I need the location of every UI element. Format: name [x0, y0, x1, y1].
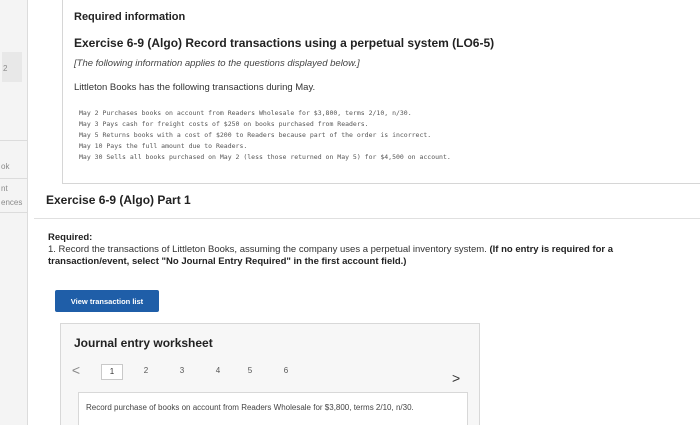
page-button-5[interactable]: 5 [239, 364, 261, 380]
sidebar-divider [0, 140, 28, 141]
prev-page-icon[interactable]: < [69, 362, 83, 380]
page-button-2[interactable]: 2 [135, 364, 157, 380]
intro-text: Littleton Books has the following transa… [74, 82, 316, 93]
next-page-icon[interactable]: > [452, 370, 466, 388]
entry-description: Record purchase of books on account from… [86, 403, 414, 412]
sidebar-item-number[interactable]: 2 [2, 64, 30, 73]
transaction-line: May 5 Returns books with a cost of $200 … [79, 131, 432, 139]
required-instruction: 1. Record the transactions of Littleton … [48, 244, 487, 255]
info-note: [The following information applies to th… [74, 58, 360, 69]
sidebar-item-ok[interactable]: ok [0, 162, 28, 171]
info-title: Required information [74, 11, 186, 23]
section-divider [34, 218, 700, 219]
transaction-line: May 30 Sells all books purchased on May … [79, 153, 451, 161]
worksheet-title: Journal entry worksheet [74, 336, 213, 350]
exercise-title: Exercise 6-9 (Algo) Record transactions … [74, 36, 495, 50]
required-information-panel: Required information Exercise 6-9 (Algo)… [62, 0, 700, 184]
transaction-line: May 3 Pays cash for freight costs of $25… [79, 120, 369, 128]
transaction-line: May 10 Pays the full amount due to Reade… [79, 142, 248, 150]
required-label: Required: [48, 232, 93, 243]
sidebar-item-nt[interactable]: nt [0, 184, 28, 193]
page-button-6[interactable]: 6 [275, 364, 297, 380]
left-sidebar: 2 ok nt ences [0, 0, 28, 425]
worksheet-pager: < 1 2 3 4 5 6 [67, 362, 477, 380]
transactions-list: May 2 Purchases books on account from Re… [79, 108, 451, 163]
sidebar-item-ences[interactable]: ences [0, 198, 28, 207]
transaction-line: May 2 Purchases books on account from Re… [79, 109, 412, 117]
page-button-1[interactable]: 1 [101, 364, 123, 380]
view-transaction-list-button[interactable]: View transaction list [55, 290, 159, 312]
sidebar-divider [0, 178, 28, 179]
page-button-4[interactable]: 4 [207, 364, 229, 380]
journal-entry-worksheet: Journal entry worksheet < 1 2 3 4 5 6 Re… [60, 323, 480, 425]
required-text: 1. Record the transactions of Littleton … [48, 244, 688, 268]
entry-description-box: Record purchase of books on account from… [78, 392, 468, 425]
page-button-3[interactable]: 3 [171, 364, 193, 380]
part-title: Exercise 6-9 (Algo) Part 1 [46, 193, 191, 207]
sidebar-divider [0, 212, 28, 213]
